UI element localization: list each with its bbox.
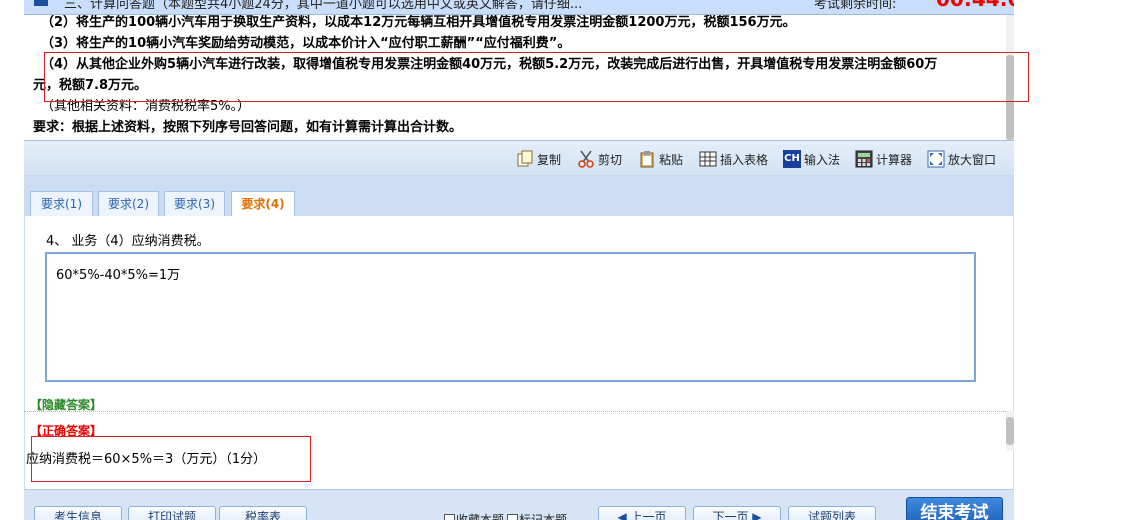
end-exam-button[interactable]: 结束考试 (906, 497, 1003, 520)
mark-checkbox[interactable]: 标记本题 (507, 511, 567, 520)
scissors-icon (577, 150, 595, 168)
highlight-box (44, 52, 1029, 102)
timer-label: 考试剩余时间: (814, 0, 897, 12)
prev-page-button[interactable]: ◀ 上一页 (598, 506, 686, 520)
prev-label: 上一页 (630, 510, 667, 520)
enlarge-label: 放大窗口 (948, 152, 997, 167)
section-title: 三、计算问答题（本题型共4小题24分，其中一道小题可以选用中文或英文解答，请仔细… (64, 0, 583, 12)
paste-label: 粘贴 (659, 152, 684, 167)
question-line: 要求：根据上述资料，按照下列序号回答问题，如有计算需计算出合计数。 (33, 120, 463, 135)
sub-question-title: 4、 业务（4）应纳消费税。 (46, 234, 210, 249)
table-icon (699, 150, 717, 168)
editor-toolbar: 复制 剪切 粘贴 插入表格 CH 输入法 计算器 放大窗口 (24, 140, 1014, 176)
scrollbar-thumb[interactable] (1006, 417, 1014, 445)
section-header: 三、计算问答题（本题型共4小题24分，其中一道小题可以选用中文或英文解答，请仔细… (24, 0, 1014, 15)
arrow-right-icon: ▶ (748, 510, 762, 520)
copy-icon (516, 150, 534, 168)
exam-timer: 00:44:00 (936, 0, 1014, 11)
cut-button[interactable]: 剪切 (577, 149, 622, 169)
next-label: 下一页 (712, 510, 749, 520)
enlarge-window-button[interactable]: 放大窗口 (927, 149, 996, 169)
calculator-button[interactable]: 计算器 (855, 149, 912, 169)
highlight-box (31, 436, 311, 482)
bottom-bar: 考生信息 打印试题 税率表 收藏本题 标记本题 ◀ 上一页 下一页 ▶ 试题列表 (24, 489, 1014, 520)
answer-scrollbar[interactable] (1006, 411, 1014, 451)
arrow-left-icon: ◀ (617, 510, 631, 520)
insert-table-label: 插入表格 (720, 152, 769, 167)
tax-table-button[interactable]: 税率表 (219, 506, 307, 520)
tab-requirement-2[interactable]: 要求(2) (98, 191, 159, 216)
input-method-label: 输入法 (804, 152, 841, 167)
mark-label: 标记本题 (519, 513, 568, 520)
checkbox-box[interactable] (444, 514, 455, 520)
checkbox-box[interactable] (507, 514, 518, 520)
next-page-button[interactable]: 下一页 ▶ (693, 506, 781, 520)
expand-icon (927, 150, 945, 168)
calculator-label: 计算器 (876, 152, 913, 167)
question-line: （2）将生产的100辆小汽车用于换取生产资料，以成本12万元每辆互相开具增值税专… (41, 15, 796, 30)
keyboard-icon: CH (783, 150, 801, 168)
calculator-icon (855, 150, 873, 168)
answer-input[interactable] (45, 252, 976, 382)
favorite-label: 收藏本题 (456, 513, 505, 520)
collapse-icon[interactable] (34, 0, 48, 6)
paste-button[interactable]: 粘贴 (638, 149, 683, 169)
input-method-button[interactable]: CH 输入法 (783, 149, 840, 169)
tab-requirement-1[interactable]: 要求(1) (30, 191, 93, 216)
requirement-tabs: 要求(1) 要求(2) 要求(3) 要求(4) (24, 176, 1014, 217)
tab-requirement-4[interactable]: 要求(4) (231, 191, 295, 217)
candidate-info-button[interactable]: 考生信息 (34, 506, 122, 520)
cut-label: 剪切 (598, 152, 623, 167)
insert-table-button[interactable]: 插入表格 (699, 149, 768, 169)
clipboard-icon (638, 150, 656, 168)
question-list-button[interactable]: 试题列表 (788, 506, 876, 520)
copy-label: 复制 (537, 152, 562, 167)
divider (24, 411, 1014, 412)
copy-button[interactable]: 复制 (516, 149, 561, 169)
favorite-checkbox[interactable]: 收藏本题 (444, 511, 504, 520)
tab-requirement-3[interactable]: 要求(3) (164, 191, 225, 216)
print-question-button[interactable]: 打印试题 (128, 506, 216, 520)
question-line: （3）将生产的10辆小汽车奖励给劳动模范，以成本价计入“应付职工薪酬”“应付福利… (41, 36, 571, 51)
